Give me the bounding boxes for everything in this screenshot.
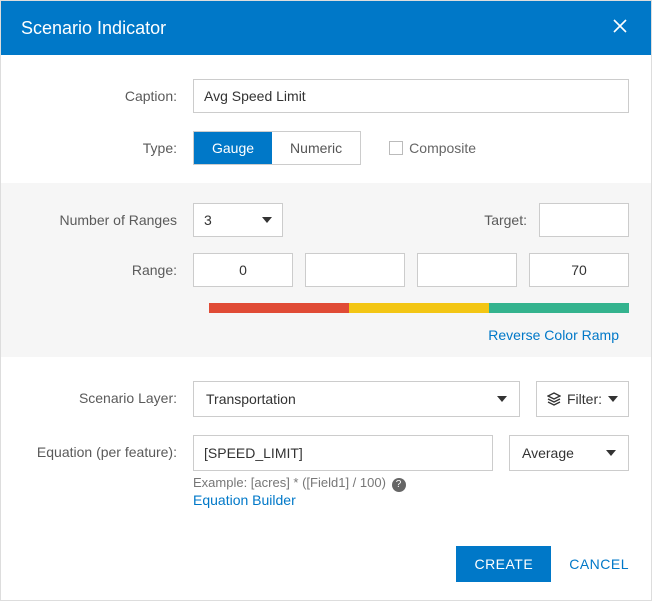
help-icon[interactable]: ? [392,478,406,492]
target-label: Target: [469,212,539,228]
close-button[interactable] [609,15,631,41]
scenario-layer-select[interactable]: Transportation [193,381,520,417]
scenario-indicator-dialog: Scenario Indicator Caption: Type: Gauge … [0,0,652,601]
type-gauge-button[interactable]: Gauge [194,132,272,164]
create-button[interactable]: CREATE [456,546,551,582]
num-ranges-row: Number of Ranges 3 Target: [23,203,629,237]
aggregation-value: Average [522,445,574,461]
equation-example: Example: [acres] * ([Field1] / 100) [193,475,386,490]
chevron-down-icon [608,396,618,402]
cancel-button[interactable]: CANCEL [569,556,629,572]
aggregation-select[interactable]: Average [509,435,629,471]
scenario-layer-value: Transportation [206,391,296,407]
equation-example-text: Example: [acres] * ([Field1] / 100) ? [193,475,629,492]
composite-label: Composite [409,140,476,156]
composite-checkbox-wrap[interactable]: Composite [389,140,476,156]
scenario-layer-label: Scenario Layer: [23,381,193,417]
type-label: Type: [23,140,193,156]
dialog-body: Caption: Type: Gauge Numeric Composite N… [1,55,651,600]
ramp-segment-green [489,303,629,313]
num-ranges-select[interactable]: 3 [193,203,283,237]
target-input[interactable] [539,203,629,237]
dialog-header: Scenario Indicator [1,1,651,55]
scenario-layer-row: Scenario Layer: Transportation Filter: [23,381,629,417]
type-toggle-group: Gauge Numeric [193,131,361,165]
caption-row: Caption: [23,79,629,113]
caption-label: Caption: [23,88,193,104]
dialog-title: Scenario Indicator [21,18,166,39]
caption-input[interactable] [193,79,629,113]
range-input-0[interactable] [193,253,293,287]
type-row: Type: Gauge Numeric Composite [23,131,629,165]
type-numeric-button[interactable]: Numeric [272,132,360,164]
num-ranges-value: 3 [204,212,212,228]
chevron-down-icon [497,396,507,402]
ranges-section: Number of Ranges 3 Target: Range: [1,183,651,357]
range-input-1[interactable] [305,253,405,287]
equation-row: Equation (per feature): Average Example:… [23,435,629,508]
range-input-2[interactable] [417,253,517,287]
layers-icon [547,392,561,406]
num-ranges-label: Number of Ranges [23,212,193,228]
chevron-down-icon [606,450,616,456]
equation-input[interactable] [193,435,493,471]
equation-builder-link[interactable]: Equation Builder [193,492,629,508]
ramp-segment-red [209,303,349,313]
reverse-color-ramp-link[interactable]: Reverse Color Ramp [23,327,629,343]
equation-label: Equation (per feature): [23,435,193,460]
range-values-row: Range: [23,253,629,287]
dialog-footer: CREATE CANCEL [23,526,629,582]
chevron-down-icon [262,217,272,223]
ramp-segment-yellow [349,303,489,313]
color-ramp [209,303,629,313]
composite-checkbox[interactable] [389,141,403,155]
filter-label: Filter: [567,391,602,407]
filter-button[interactable]: Filter: [536,381,629,417]
range-input-3[interactable] [529,253,629,287]
range-label: Range: [23,262,193,278]
